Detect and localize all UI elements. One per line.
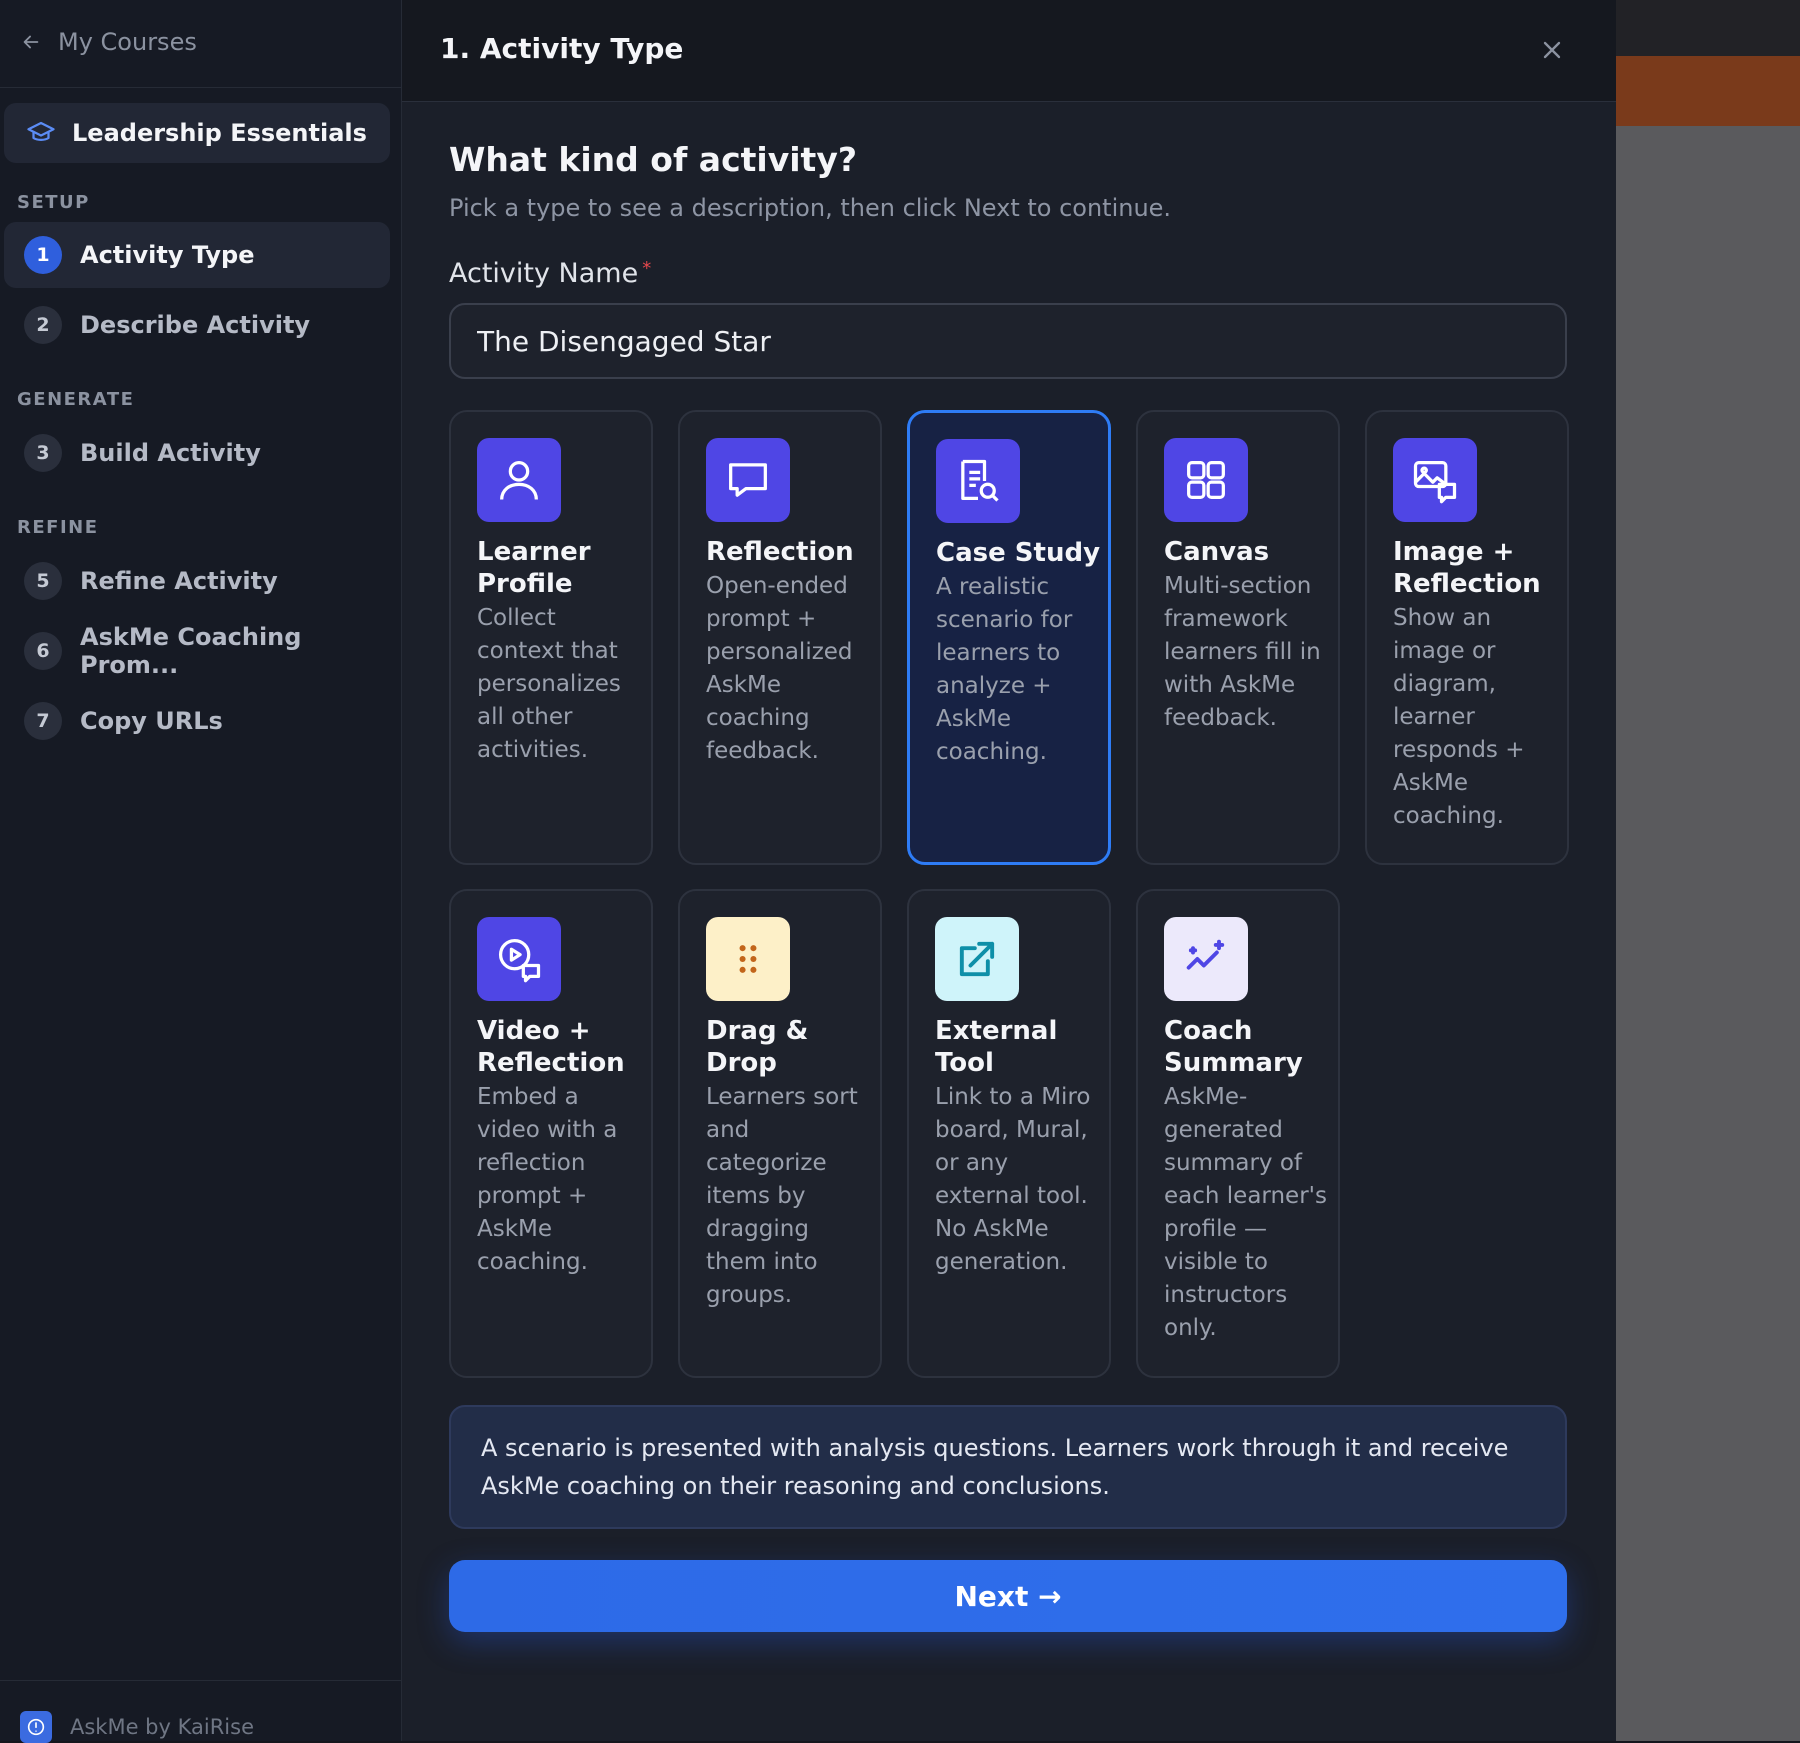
card-description: Multi-section framework learners fill in… bbox=[1164, 573, 1321, 731]
section-label-generate: GENERATE bbox=[17, 389, 135, 410]
step-number: 1 bbox=[24, 236, 62, 274]
modal-title: 1. Activity Type bbox=[440, 32, 684, 65]
card-description: A realistic scenario for learners to ana… bbox=[936, 574, 1073, 765]
section-label-refine: REFINE bbox=[17, 517, 99, 538]
arrow-left-icon bbox=[23, 35, 39, 49]
activity-card-reflection[interactable]: Reflection Open-ended prompt + personali… bbox=[678, 410, 882, 865]
card-title: Image + Reflection bbox=[1393, 537, 1541, 599]
step-label: AskMe Coaching Prom... bbox=[80, 623, 302, 679]
card-description: Embed a video with a reflection prompt +… bbox=[477, 1084, 618, 1275]
divider bbox=[0, 87, 402, 88]
activity-description-box: A scenario is presented with analysis qu… bbox=[449, 1405, 1567, 1529]
sidebar-step-copy-urls[interactable]: 7 Copy URLs bbox=[4, 688, 390, 754]
sidebar-step-describe-activity[interactable]: 2 Describe Activity bbox=[4, 292, 390, 358]
course-title: Leadership Essentials bbox=[72, 119, 367, 147]
activity-card-drag-drop[interactable]: Drag & Drop Learners sort and categorize… bbox=[678, 889, 882, 1378]
activity-card-case-study[interactable]: Case Study A realistic scenario for lear… bbox=[907, 410, 1111, 865]
background-topbar bbox=[1616, 0, 1800, 56]
activity-name-label-text: Activity Name bbox=[449, 258, 639, 289]
footer-brand: AskMe by KaiRise bbox=[70, 1715, 255, 1739]
step-number: 6 bbox=[24, 632, 62, 670]
activity-name-label: Activity Name * bbox=[449, 258, 651, 289]
question-subtitle: Pick a type to see a description, then c… bbox=[449, 194, 1172, 222]
section-label-setup: SETUP bbox=[17, 192, 90, 213]
sidebar-step-activity-type[interactable]: 1 Activity Type bbox=[4, 222, 390, 288]
sidebar-footer: AskMe by KaiRise bbox=[20, 1711, 254, 1743]
external-link-icon bbox=[935, 917, 1019, 1001]
background-banner bbox=[1616, 56, 1800, 126]
askme-logo-icon bbox=[20, 1711, 52, 1743]
sidebar-step-askme-coaching-prompt[interactable]: 6 AskMe Coaching Prom... bbox=[4, 618, 390, 684]
card-description: Show an image or diagram, learner respon… bbox=[1393, 605, 1525, 829]
step-label: Describe Activity bbox=[80, 311, 311, 339]
chat-bubble-icon bbox=[706, 438, 790, 522]
background-content bbox=[1616, 126, 1800, 1741]
card-title: Learner Profile bbox=[477, 537, 591, 599]
step-number: 5 bbox=[24, 562, 62, 600]
question-heading: What kind of activity? bbox=[449, 140, 857, 179]
card-title: Reflection bbox=[706, 537, 854, 567]
activity-card-coach-summary[interactable]: Coach Summary AskMe-generated summary of… bbox=[1136, 889, 1340, 1378]
step-number: 2 bbox=[24, 306, 62, 344]
step-label: Build Activity bbox=[80, 439, 261, 467]
back-label: My Courses bbox=[58, 28, 197, 56]
video-chat-icon bbox=[477, 917, 561, 1001]
step-number: 3 bbox=[24, 434, 62, 472]
sparkle-chart-icon bbox=[1164, 917, 1248, 1001]
activity-card-canvas[interactable]: Canvas Multi-section framework learners … bbox=[1136, 410, 1340, 865]
grid-icon bbox=[1164, 438, 1248, 522]
document-search-icon bbox=[936, 439, 1020, 523]
step-number: 7 bbox=[24, 702, 62, 740]
card-description: Link to a Miro board, Mural, or any exte… bbox=[935, 1084, 1091, 1275]
drag-handle-icon bbox=[706, 917, 790, 1001]
activity-card-image-reflection[interactable]: Image + Reflection Show an image or diag… bbox=[1365, 410, 1569, 865]
card-description: Collect context that personalizes all ot… bbox=[477, 605, 621, 763]
activity-type-modal: 1. Activity Type What kind of activity? … bbox=[402, 0, 1616, 1741]
required-mark: * bbox=[642, 258, 652, 279]
divider bbox=[0, 1680, 402, 1681]
activity-name-input[interactable] bbox=[449, 303, 1567, 379]
sidebar-step-refine-activity[interactable]: 5 Refine Activity bbox=[4, 548, 390, 614]
activity-card-learner-profile[interactable]: Learner Profile Collect context that per… bbox=[449, 410, 653, 865]
graduation-cap-icon bbox=[27, 121, 55, 141]
next-button[interactable]: Next → bbox=[449, 1560, 1567, 1632]
back-to-courses-link[interactable]: My Courses bbox=[20, 24, 197, 60]
close-icon[interactable] bbox=[1538, 36, 1566, 64]
card-description: Open-ended prompt + personalized AskMe c… bbox=[706, 573, 853, 764]
card-title: Video + Reflection bbox=[477, 1016, 625, 1078]
image-chat-icon bbox=[1393, 438, 1477, 522]
background-page bbox=[1616, 0, 1800, 1741]
sidebar-step-build-activity[interactable]: 3 Build Activity bbox=[4, 420, 390, 486]
activity-card-video-reflection[interactable]: Video + Reflection Embed a video with a … bbox=[449, 889, 653, 1378]
activity-card-external-tool[interactable]: External Tool Link to a Miro board, Mura… bbox=[907, 889, 1111, 1378]
card-title: Canvas bbox=[1164, 537, 1270, 567]
modal-header: 1. Activity Type bbox=[402, 0, 1616, 102]
card-title: Drag & Drop bbox=[706, 1016, 809, 1078]
course-title-item[interactable]: Leadership Essentials bbox=[4, 103, 390, 163]
card-title: External Tool bbox=[935, 1016, 1058, 1078]
card-title: Case Study bbox=[936, 538, 1101, 568]
step-label: Refine Activity bbox=[80, 567, 278, 595]
user-icon bbox=[477, 438, 561, 522]
card-description: AskMe-generated summary of each learner'… bbox=[1164, 1084, 1327, 1341]
card-title: Coach Summary bbox=[1164, 1016, 1303, 1078]
card-description: Learners sort and categorize items by dr… bbox=[706, 1084, 858, 1308]
sidebar: My Courses Leadership Essentials SETUP 1… bbox=[0, 0, 402, 1743]
step-label: Copy URLs bbox=[80, 707, 223, 735]
step-label: Activity Type bbox=[80, 241, 255, 269]
